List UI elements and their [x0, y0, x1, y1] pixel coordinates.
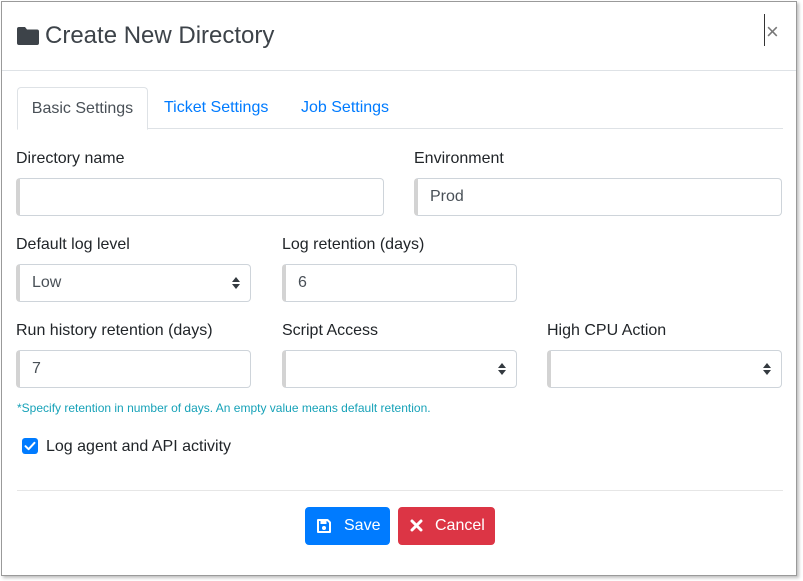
- checkmark-icon: [24, 441, 36, 451]
- log-retention-label: Log retention (days): [282, 236, 425, 253]
- default-log-level-value: Low: [32, 274, 62, 291]
- x-icon: [410, 519, 423, 532]
- cancel-button-label: Cancel: [435, 517, 485, 534]
- folder-icon: [16, 26, 40, 51]
- high-cpu-action-label: High CPU Action: [547, 322, 667, 339]
- run-history-retention-label: Run history retention (days): [16, 322, 213, 339]
- script-access-label: Script Access: [282, 322, 379, 339]
- sort-caret-icon: [232, 277, 240, 289]
- script-access-select[interactable]: [282, 350, 517, 388]
- dialog-title: Create New Directory: [45, 22, 275, 49]
- cancel-button[interactable]: Cancel: [398, 507, 495, 545]
- directory-name-label: Directory name: [16, 150, 125, 167]
- directory-name-input[interactable]: [16, 178, 384, 216]
- log-retention-input[interactable]: 6: [282, 264, 517, 302]
- log-activity-checkbox[interactable]: [22, 438, 38, 454]
- run-history-retention-input[interactable]: 7: [16, 350, 251, 388]
- create-directory-dialog: Create New Directory × Basic Settings Ti…: [1, 1, 797, 576]
- close-button[interactable]: ×: [766, 21, 779, 43]
- close-divider: [764, 14, 765, 46]
- environment-label: Environment: [414, 150, 504, 167]
- save-button[interactable]: Save: [305, 507, 390, 545]
- sort-caret-icon: [498, 363, 506, 375]
- log-activity-label: Log agent and API activity: [46, 438, 232, 455]
- tab-ticket-settings[interactable]: Ticket Settings: [164, 87, 268, 130]
- tab-basic-settings[interactable]: Basic Settings: [17, 87, 148, 130]
- save-button-label: Save: [344, 517, 381, 534]
- dialog-header: Create New Directory ×: [2, 2, 796, 71]
- default-log-level-select[interactable]: Low: [16, 264, 251, 302]
- footer-divider: [17, 490, 783, 491]
- tab-job-settings[interactable]: Job Settings: [301, 87, 389, 130]
- retention-help-text: *Specify retention in number of days. An…: [17, 401, 431, 415]
- sort-caret-icon: [763, 363, 771, 375]
- default-log-level-label: Default log level: [16, 236, 130, 253]
- environment-input[interactable]: Prod: [414, 178, 782, 216]
- high-cpu-action-select[interactable]: [547, 350, 782, 388]
- settings-tabs: Basic Settings Ticket Settings Job Setti…: [17, 87, 783, 130]
- floppy-disk-icon: [317, 519, 331, 533]
